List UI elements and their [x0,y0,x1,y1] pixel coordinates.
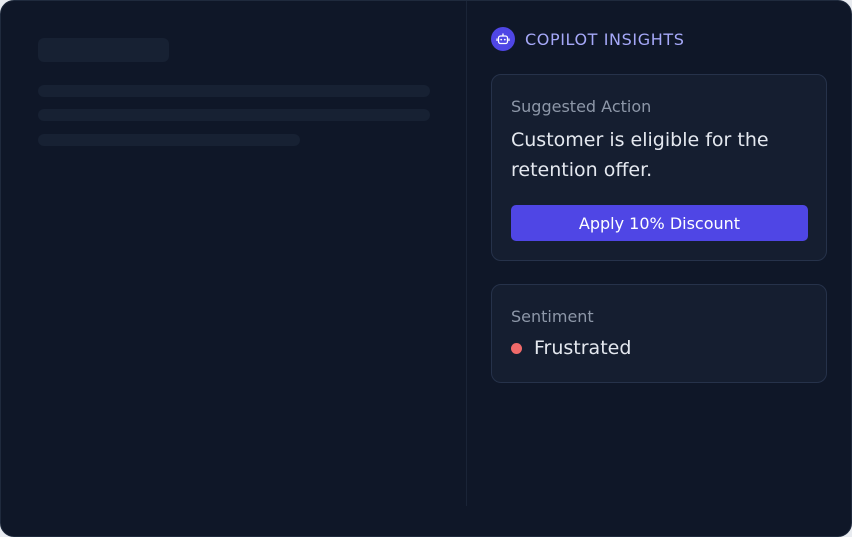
suggested-action-label: Suggested Action [511,97,652,116]
conversation-pane-placeholder [1,1,466,536]
copilot-panel: COPILOT INSIGHTS Suggested Action Custom… [467,1,851,536]
copilot-header: COPILOT INSIGHTS [491,27,684,51]
app-window: COPILOT INSIGHTS Suggested Action Custom… [0,0,852,537]
apply-discount-button[interactable]: Apply 10% Discount [511,205,808,241]
sentiment-label: Sentiment [511,307,594,326]
bot-icon [491,27,515,51]
skeleton-title [38,38,169,62]
sentiment-card: Sentiment Frustrated [491,284,827,383]
sentiment-value: Frustrated [534,337,632,359]
suggested-action-card: Suggested Action Customer is eligible fo… [491,74,827,261]
skeleton-line [38,109,430,121]
skeleton-line [38,134,300,146]
sentiment-status-dot [511,342,522,354]
sentiment-row: Frustrated [511,337,631,359]
suggested-action-text: Customer is eligible for the retention o… [511,129,769,181]
copilot-title: COPILOT INSIGHTS [525,29,685,49]
skeleton-line [38,85,430,97]
